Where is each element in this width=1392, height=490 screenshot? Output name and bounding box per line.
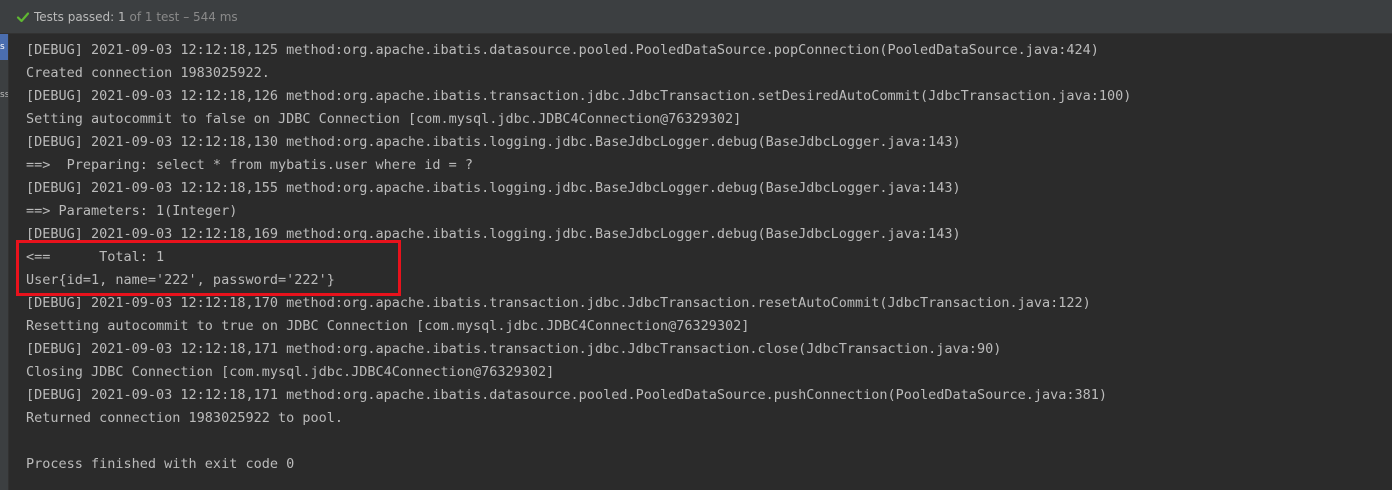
console-line: [DEBUG] 2021-09-03 12:12:18,126 method:o…	[26, 88, 1132, 104]
tests-summary: of 1 test – 544 ms	[129, 9, 238, 24]
tests-passed-text: Tests passed:	[34, 9, 115, 24]
console-line-exit: Process finished with exit code 0	[26, 456, 295, 472]
console-line: Setting autocommit to false on JDBC Conn…	[26, 111, 742, 127]
console-line-total: <== Total: 1	[26, 249, 165, 265]
console-line: Closing JDBC Connection [com.mysql.jdbc.…	[26, 364, 555, 380]
test-status-bar: Tests passed: 1 of 1 test – 544 ms	[0, 0, 1392, 34]
console-line: Resetting autocommit to true on JDBC Con…	[26, 318, 750, 334]
console-line: ==> Preparing: select * from mybatis.use…	[26, 157, 474, 173]
console-line: [DEBUG] 2021-09-03 12:12:18,169 method:o…	[26, 226, 961, 242]
check-icon	[16, 10, 30, 24]
console-line-user-result: User{id=1, name='222', password='222'}	[26, 272, 335, 288]
left-tool-gutter: s ss	[0, 34, 9, 490]
console-line: [DEBUG] 2021-09-03 12:12:18,155 method:o…	[26, 180, 961, 196]
console-line: [DEBUG] 2021-09-03 12:12:18,130 method:o…	[26, 134, 961, 150]
console-line: Returned connection 1983025922 to pool.	[26, 410, 343, 426]
console-line: Created connection 1983025922.	[26, 65, 270, 81]
tests-passed-label: Tests passed: 1 of 1 test – 544 ms	[34, 10, 238, 24]
gutter-tab-1[interactable]: s	[0, 34, 8, 60]
console-line: ==> Parameters: 1(Integer)	[26, 203, 238, 219]
console-line: [DEBUG] 2021-09-03 12:12:18,125 method:o…	[26, 42, 1099, 58]
console-line: [DEBUG] 2021-09-03 12:12:18,170 method:o…	[26, 295, 1091, 311]
console-output[interactable]: [DEBUG] 2021-09-03 12:12:18,125 method:o…	[26, 34, 1392, 476]
console-line: [DEBUG] 2021-09-03 12:12:18,171 method:o…	[26, 341, 1002, 357]
gutter-tab-2[interactable]: ss	[0, 86, 8, 104]
tests-passed-count: 1	[118, 9, 126, 24]
run-console-window: Tests passed: 1 of 1 test – 544 ms s ss …	[0, 0, 1392, 490]
console-line: [DEBUG] 2021-09-03 12:12:18,171 method:o…	[26, 387, 1107, 403]
